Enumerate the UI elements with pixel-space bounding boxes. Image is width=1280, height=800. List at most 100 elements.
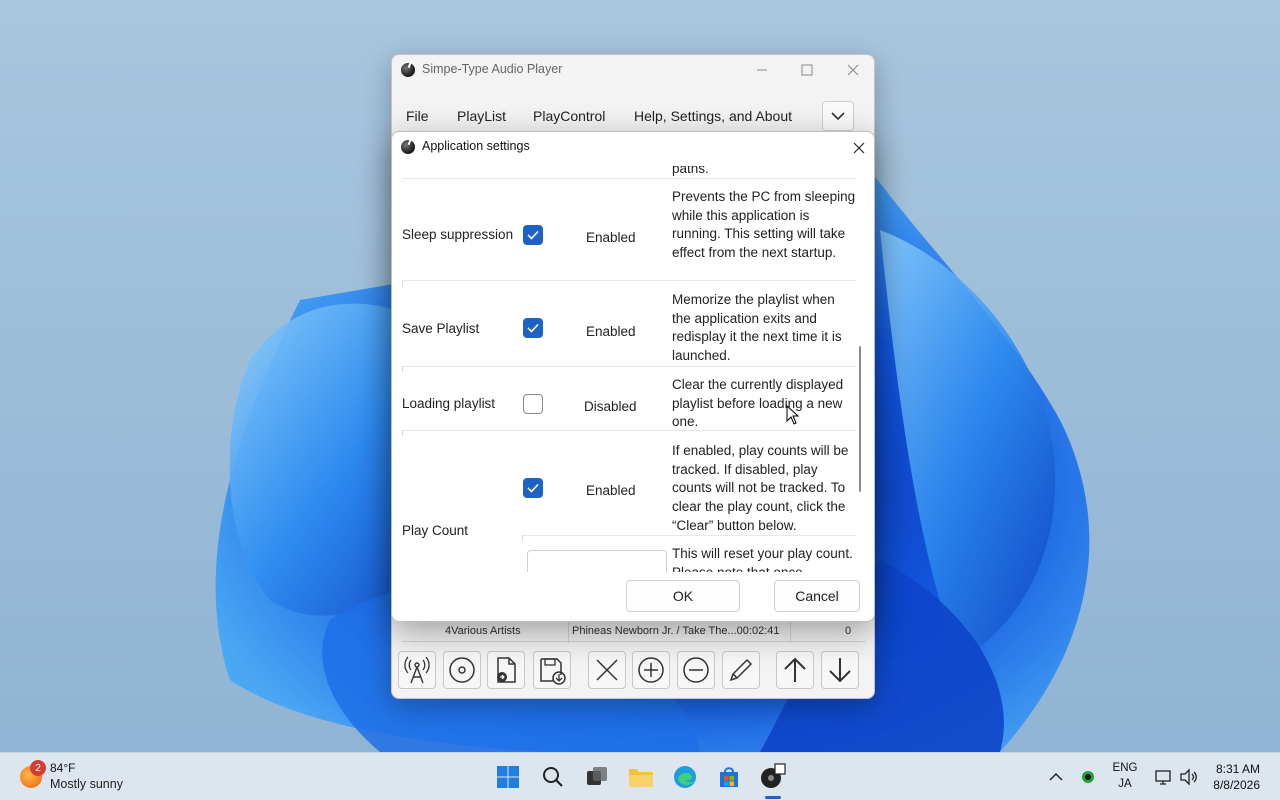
audio-player-taskbar-button[interactable] (759, 763, 787, 791)
input-language[interactable]: ENG (1110, 762, 1140, 774)
play-count-state: Enabled (586, 483, 636, 498)
open-file-icon (497, 657, 516, 683)
status-dot-icon (1082, 771, 1094, 783)
speaker-icon (1180, 768, 1197, 786)
show-hidden-icons-button[interactable] (1042, 763, 1070, 791)
main-window-title: Simpe-Type Audio Player (422, 62, 563, 76)
loading-playlist-checkbox[interactable] (523, 394, 543, 414)
move-down-button[interactable] (821, 651, 859, 689)
radio-button[interactable] (398, 651, 436, 689)
remove-button[interactable] (588, 651, 626, 689)
cancel-button[interactable]: Cancel (774, 580, 860, 612)
checkmark-icon (527, 230, 539, 240)
edge-browser-button[interactable] (671, 763, 699, 791)
sleep-suppression-checkbox[interactable] (523, 225, 543, 245)
row-divider-tick (402, 366, 403, 372)
column-divider (790, 621, 791, 643)
menu-bar: File PlayList PlayControl Help, Settings… (392, 101, 874, 131)
table-row[interactable]: 4Various Artists Phineas Newborn Jr. / T… (402, 620, 866, 643)
checkmark-icon (527, 323, 539, 333)
dialog-scrollbar[interactable] (859, 346, 861, 492)
track-play-count: 0 (845, 625, 852, 637)
add-icon (638, 657, 664, 683)
play-count-description: If enabled, play counts will be tracked.… (672, 443, 849, 533)
open-file-button[interactable] (487, 651, 525, 689)
minus-button[interactable] (677, 651, 715, 689)
move-down-icon (829, 658, 851, 683)
active-app-indicator (765, 796, 781, 799)
play-count-checkbox[interactable] (523, 478, 543, 498)
search-icon (543, 767, 563, 787)
radio-tower-icon (404, 656, 430, 684)
add-button[interactable] (632, 651, 670, 689)
row-divider-tick (402, 280, 403, 286)
row-divider (402, 280, 856, 281)
maximize-button[interactable] (784, 55, 830, 85)
partial-description: paths. (672, 166, 709, 176)
clock-date: 8/8/2026 (1213, 778, 1260, 792)
windows-logo-icon (497, 766, 519, 788)
save-playlist-checkbox[interactable] (523, 318, 543, 338)
store-icon (720, 767, 738, 787)
row-divider (402, 366, 856, 367)
loading-playlist-description: Clear the currently displayed playlist b… (672, 377, 844, 430)
save-playlist-description: Memorize the playlist when the applicati… (672, 292, 842, 364)
dialog-close-button[interactable] (844, 136, 874, 160)
file-explorer-button[interactable] (627, 763, 655, 791)
task-view-button[interactable] (583, 763, 611, 791)
input-method[interactable]: JA (1110, 778, 1140, 790)
save-file-icon (540, 658, 566, 685)
edge-icon (674, 766, 696, 788)
edit-button[interactable] (722, 651, 760, 689)
start-button[interactable] (494, 763, 522, 791)
row-divider (402, 430, 856, 431)
weather-temperature[interactable]: 84°F (50, 761, 75, 775)
settings-dialog: Application settings paths. Sleep suppre… (391, 131, 875, 622)
weather-badge: 2 (30, 760, 46, 776)
menu-help-settings-about[interactable]: Help, Settings, and About (634, 108, 792, 124)
checkmark-icon (527, 483, 539, 493)
clear-play-count-button[interactable] (527, 550, 667, 572)
minimize-button[interactable] (739, 55, 785, 85)
audio-player-icon (761, 763, 786, 788)
row-divider-tick (402, 430, 403, 436)
menu-file[interactable]: File (406, 108, 429, 124)
settings-list: paths. Sleep suppression Enabled Prevent… (392, 166, 862, 572)
close-window-button[interactable] (830, 55, 874, 85)
play-count-reset-description: This will reset your play count. Please … (672, 546, 853, 572)
network-button[interactable] (1150, 763, 1178, 791)
setting-name-play-count: Play Count (402, 523, 469, 538)
tray-status-button[interactable] (1074, 763, 1102, 791)
taskbar-search-button[interactable] (539, 763, 567, 791)
row-divider (402, 178, 856, 179)
menu-playlist[interactable]: PlayList (457, 108, 506, 124)
menu-overflow-button[interactable] (822, 101, 854, 131)
store-button[interactable] (715, 763, 743, 791)
maximize-icon (801, 64, 813, 76)
chevron-up-icon (1049, 772, 1063, 781)
dialog-title: Application settings (422, 139, 530, 153)
volume-button[interactable] (1175, 763, 1203, 791)
move-up-button[interactable] (776, 651, 814, 689)
network-icon (1155, 770, 1171, 785)
taskbar-clock[interactable]: 8:31 AM 8/8/2026 (1213, 761, 1260, 793)
ok-button[interactable]: OK (626, 580, 740, 612)
setting-name-loading-playlist: Loading playlist (402, 396, 496, 411)
main-title-bar[interactable]: Simpe-Type Audio Player (392, 55, 874, 85)
mouse-cursor-icon (786, 405, 800, 425)
edit-pencil-icon (729, 658, 753, 682)
save-file-button[interactable] (533, 651, 571, 689)
close-icon (853, 142, 865, 154)
clock-time: 8:31 AM (1215, 762, 1260, 776)
setting-name-sleep-suppression: Sleep suppression (402, 227, 514, 242)
row-divider-tick (522, 535, 523, 541)
setting-name-save-playlist: Save Playlist (402, 321, 480, 336)
sleep-suppression-state: Enabled (586, 230, 636, 245)
disc-icon (449, 657, 475, 683)
row-divider (522, 535, 856, 536)
disc-button[interactable] (443, 651, 481, 689)
weather-condition[interactable]: Mostly sunny (50, 777, 123, 791)
save-playlist-state: Enabled (586, 324, 636, 339)
menu-playcontrol[interactable]: PlayControl (533, 108, 605, 124)
taskbar: 2 84°F Mostly sunny ENG JA 8:31 AM 8/8/2… (0, 752, 1280, 800)
